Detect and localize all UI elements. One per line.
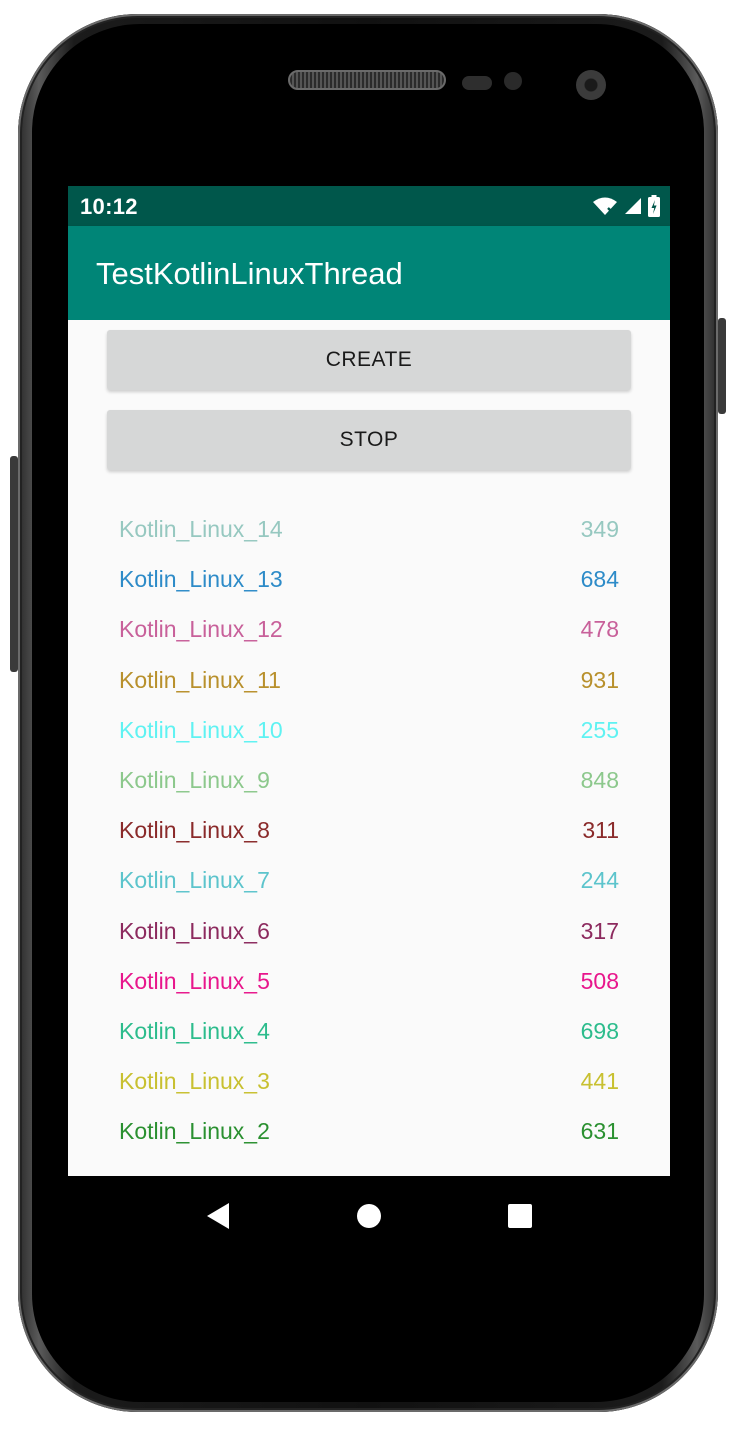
light-sensor <box>504 72 522 90</box>
thread-name: Kotlin_Linux_6 <box>119 917 270 944</box>
front-camera-icon <box>576 70 606 100</box>
volume-button <box>10 456 18 672</box>
recent-apps-button[interactable] <box>504 1200 536 1232</box>
thread-value: 698 <box>580 1017 619 1044</box>
thread-name: Kotlin_Linux_4 <box>119 1017 270 1044</box>
thread-name: Kotlin_Linux_14 <box>119 516 283 542</box>
thread-value: 848 <box>580 766 619 793</box>
list-item: Kotlin_Linux_5 508 <box>68 958 670 1008</box>
navigation-bar <box>68 1176 670 1256</box>
status-icons <box>592 195 660 217</box>
signal-icon <box>625 198 641 214</box>
thread-value: 317 <box>580 917 619 944</box>
back-button[interactable] <box>202 1200 234 1232</box>
list-item: Kotlin_Linux_12 478 <box>68 606 670 656</box>
thread-name: Kotlin_Linux_12 <box>119 616 283 643</box>
thread-name: Kotlin_Linux_8 <box>119 817 270 844</box>
thread-value: 478 <box>580 616 619 643</box>
status-bar: 10:12 <box>68 186 670 226</box>
app-bar: TestKotlinLinuxThread <box>68 226 670 320</box>
create-button[interactable]: CREATE <box>107 330 631 390</box>
home-icon <box>357 1204 381 1228</box>
thread-name: Kotlin_Linux_10 <box>119 716 283 743</box>
thread-name: Kotlin_Linux_2 <box>119 1118 270 1145</box>
app-title: TestKotlinLinuxThread <box>96 256 403 291</box>
thread-value: 631 <box>580 1118 619 1145</box>
main-content: CREATE STOP Kotlin_Linux_14 349 Kotlin_Lin… <box>68 320 670 1176</box>
home-button[interactable] <box>353 1200 385 1232</box>
list-item: Kotlin_Linux_2 631 <box>68 1108 670 1158</box>
list-item: Kotlin_Linux_10 255 <box>68 707 670 757</box>
thread-list: Kotlin_Linux_14 349 Kotlin_Linux_13 684 Kotl… <box>68 506 670 1158</box>
battery-charging-icon <box>648 195 660 217</box>
thread-value: 255 <box>580 716 619 743</box>
thread-name: Kotlin_Linux_9 <box>119 766 270 793</box>
list-item: Kotlin_Linux_7 244 <box>68 857 670 907</box>
thread-value: 931 <box>580 666 619 693</box>
list-item: Kotlin_Linux_11 931 <box>68 657 670 707</box>
list-item: Kotlin_Linux_6 317 <box>68 908 670 958</box>
list-item: Kotlin_Linux_8 311 <box>68 807 670 857</box>
proximity-sensor <box>462 76 492 90</box>
list-item: Kotlin_Linux_3 441 <box>68 1058 670 1108</box>
thread-value: 244 <box>580 867 619 894</box>
thread-value: 311 <box>582 817 619 844</box>
list-item: Kotlin_Linux_9 848 <box>68 757 670 807</box>
thread-value: 684 <box>580 566 619 593</box>
thread-name: Kotlin_Linux_11 <box>119 666 281 693</box>
list-item: Kotlin_Linux_14 349 <box>68 506 670 556</box>
list-item: Kotlin_Linux_4 698 <box>68 1008 670 1058</box>
back-icon <box>207 1203 229 1229</box>
earpiece-speaker <box>288 70 446 90</box>
thread-value: 349 <box>580 516 619 542</box>
device-screen: 10:12 TestKotlinLinuxThread CREATE STOP … <box>68 186 670 1256</box>
status-time: 10:12 <box>80 194 138 219</box>
wifi-icon <box>593 197 617 215</box>
thread-name: Kotlin_Linux_13 <box>119 566 283 593</box>
list-item: Kotlin_Linux_13 684 <box>68 556 670 606</box>
recent-apps-icon <box>508 1204 532 1228</box>
thread-name: Kotlin_Linux_5 <box>119 967 270 994</box>
thread-name: Kotlin_Linux_7 <box>119 867 270 894</box>
power-button <box>718 318 726 414</box>
stop-button[interactable]: STOP <box>107 410 631 470</box>
thread-value: 441 <box>580 1068 619 1095</box>
thread-name: Kotlin_Linux_3 <box>119 1068 270 1095</box>
thread-value: 508 <box>580 967 619 994</box>
